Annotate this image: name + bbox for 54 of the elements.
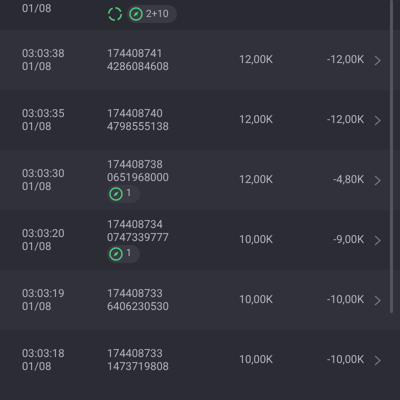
scrollbar[interactable] xyxy=(390,0,393,313)
date-text: 01/08 xyxy=(22,180,52,193)
result-text: -4,80K xyxy=(333,172,364,186)
ticket-id-text: 174408738 xyxy=(107,158,163,170)
count-badge: 2+10 xyxy=(127,5,177,23)
date-text: 01/08 xyxy=(22,240,52,253)
chevron-right-icon[interactable] xyxy=(374,354,381,366)
transaction-row[interactable]: 03:03:30 01/08 174408738 0651968000 1 12,00K -4,80K xyxy=(0,150,400,210)
amount-text: 12,00K xyxy=(239,172,273,186)
date-text: 01/08 xyxy=(22,300,52,313)
ticket-sub-id-text: 1473719808 xyxy=(107,360,169,373)
ticket-sub-id-text: 4286084608 xyxy=(107,60,169,73)
ticket-id-text: 174408740 xyxy=(107,107,163,120)
sync-icon xyxy=(107,6,123,22)
time-text: 03:03:38 xyxy=(22,47,66,60)
amount-text: 12,00K xyxy=(239,112,273,126)
date-text: 01/08 xyxy=(22,60,52,73)
ticket-sub-id-text: 0651968000 xyxy=(107,170,169,184)
compass-icon xyxy=(109,186,123,200)
time-text: 03:03:35 xyxy=(22,107,66,120)
result-text: -12,00K xyxy=(327,52,364,66)
result-text: -10,00K xyxy=(327,352,364,366)
chevron-right-icon[interactable] xyxy=(374,174,381,186)
amount-text: 10,00K xyxy=(239,232,273,246)
date-text: 01/08 xyxy=(22,360,52,373)
transaction-row[interactable]: 03:03:38 01/08 174408741 4286084608 12,00K -12,00K xyxy=(0,30,400,90)
amount-text: 10,00K xyxy=(239,352,273,366)
time-text: 03:03:30 xyxy=(22,167,66,180)
ticket-sub-id-text: 6406230530 xyxy=(107,300,169,313)
chevron-right-icon[interactable] xyxy=(374,54,381,66)
ticket-id-text: 174408733 xyxy=(107,347,163,360)
result-text: -9,00K xyxy=(333,232,364,246)
ticket-sub-id-text: 4798555138 xyxy=(107,120,169,133)
result-text: -10,00K xyxy=(327,292,364,306)
count-badge: 1 xyxy=(107,184,140,202)
amount-text: 12,00K xyxy=(239,52,273,66)
result-text: -12,00K xyxy=(327,112,364,126)
amount-text: 10,00K xyxy=(239,292,273,306)
compass-icon xyxy=(129,7,143,21)
date-text: 01/08 xyxy=(22,120,52,133)
ticket-id-text: 174408734 xyxy=(107,218,163,230)
compass-icon xyxy=(109,246,123,260)
time-text: 03:03:18 xyxy=(22,347,66,360)
time-text: 03:03:20 xyxy=(22,227,66,240)
transaction-row[interactable]: 03:03:19 01/08 174408733 6406230530 10,00K -10,00K xyxy=(0,270,400,330)
ticket-id-text: 174408733 xyxy=(107,287,163,300)
date-text: 01/08 xyxy=(22,2,52,15)
chevron-right-icon[interactable] xyxy=(374,114,381,126)
count-badge: 1 xyxy=(107,244,140,262)
ticket-id-text: 174408741 xyxy=(107,47,163,60)
chevron-right-icon[interactable] xyxy=(374,294,381,306)
time-text: 03:03:19 xyxy=(22,287,66,300)
chevron-right-icon[interactable] xyxy=(374,234,381,246)
ticket-sub-id-text: 0747339777 xyxy=(107,230,169,244)
